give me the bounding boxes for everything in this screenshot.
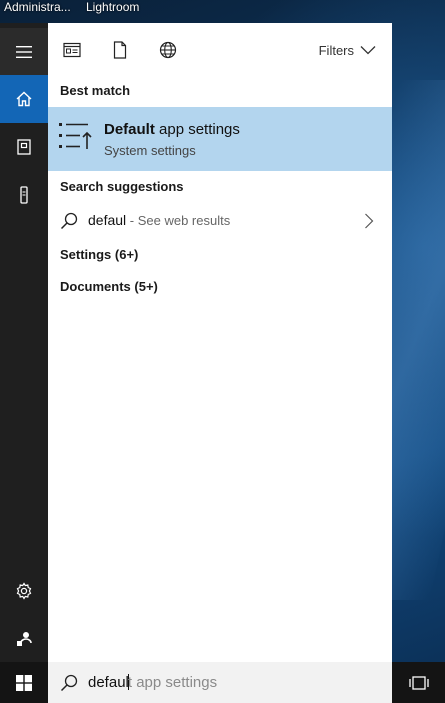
desktop-icon-labels: Administra... Lightroom bbox=[0, 0, 445, 16]
hamburger-menu-button[interactable] bbox=[0, 28, 48, 76]
best-match-subtitle: System settings bbox=[104, 143, 196, 158]
suggestion-text: defaul - See web results bbox=[88, 212, 230, 228]
search-typed-text: defaul bbox=[88, 674, 129, 691]
chevron-right-icon bbox=[365, 213, 374, 229]
device-button[interactable] bbox=[0, 171, 48, 219]
best-match-title-bold: Default bbox=[104, 121, 155, 138]
notebook-icon bbox=[17, 139, 31, 155]
settings-group-header[interactable]: Settings (6+) bbox=[60, 247, 138, 262]
search-icon bbox=[60, 674, 78, 692]
filters-label: Filters bbox=[318, 42, 354, 58]
home-icon bbox=[16, 91, 32, 107]
device-icon bbox=[20, 186, 28, 204]
documents-filter-icon bbox=[113, 41, 127, 59]
settings-button[interactable] bbox=[0, 567, 48, 615]
start-button[interactable] bbox=[0, 662, 48, 703]
search-results-panel: Filters Best match Default app settings … bbox=[48, 23, 392, 662]
search-suggestions-header: Search suggestions bbox=[60, 179, 184, 194]
windows-logo-icon bbox=[16, 674, 32, 691]
desktop-label-administrator[interactable]: Administra... bbox=[4, 0, 71, 14]
web-suggestion-item[interactable]: defaul - See web results bbox=[48, 205, 392, 237]
apps-filter-icon bbox=[63, 42, 81, 58]
best-match-title: Default app settings bbox=[104, 121, 240, 138]
documents-filter-button[interactable] bbox=[110, 40, 130, 60]
suggestion-query: defaul bbox=[88, 212, 127, 228]
task-view-button[interactable] bbox=[392, 662, 445, 703]
feedback-icon bbox=[17, 632, 32, 647]
hamburger-menu-icon bbox=[16, 46, 32, 58]
notebook-button[interactable] bbox=[0, 123, 48, 171]
search-autocomplete-text: t app settings bbox=[127, 674, 218, 691]
best-match-result[interactable]: Default app settings System settings bbox=[48, 107, 392, 171]
filters-dropdown[interactable]: Filters bbox=[319, 41, 376, 59]
default-apps-icon bbox=[59, 123, 92, 149]
home-button[interactable] bbox=[0, 75, 48, 123]
taskbar-search-input[interactable]: default app settings bbox=[48, 662, 392, 703]
desktop-label-lightroom[interactable]: Lightroom bbox=[86, 0, 139, 14]
documents-group-header[interactable]: Documents (5+) bbox=[60, 279, 158, 294]
web-filter-icon bbox=[159, 41, 177, 59]
suggestion-web-hint: - See web results bbox=[126, 213, 231, 228]
search-icon bbox=[60, 212, 78, 230]
gear-icon bbox=[16, 582, 32, 600]
web-filter-button[interactable] bbox=[158, 40, 178, 60]
best-match-title-rest: app settings bbox=[154, 121, 240, 138]
task-view-icon bbox=[408, 675, 429, 690]
start-rail bbox=[0, 23, 48, 662]
taskbar: default app settings bbox=[0, 662, 445, 703]
chevron-down-icon bbox=[360, 46, 376, 55]
best-match-header: Best match bbox=[60, 83, 131, 98]
apps-filter-button[interactable] bbox=[62, 40, 82, 60]
results-topbar: Filters bbox=[48, 23, 392, 75]
search-query-text: default app settings bbox=[88, 674, 217, 691]
feedback-button[interactable] bbox=[0, 615, 48, 663]
